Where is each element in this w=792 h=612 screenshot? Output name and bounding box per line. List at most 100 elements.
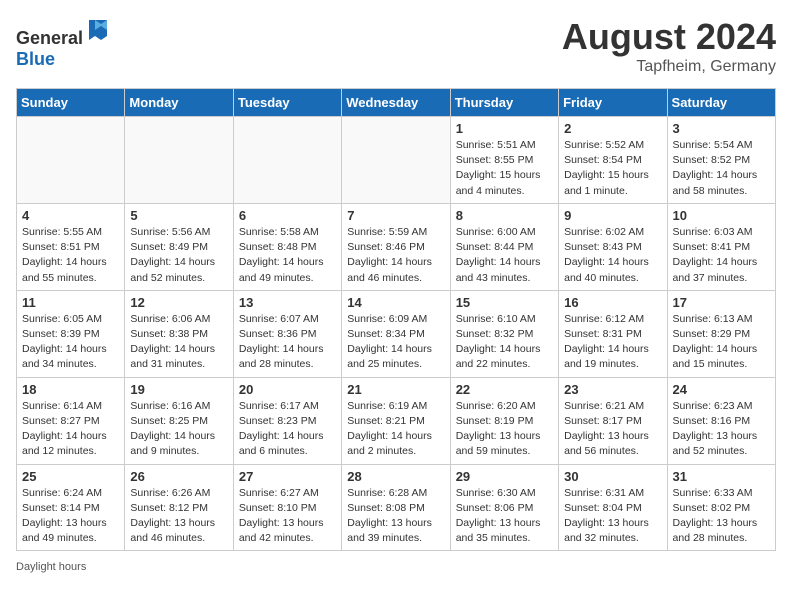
calendar-cell: 27 Sunrise: 6:27 AM Sunset: 8:10 PM Dayli…	[233, 464, 341, 551]
page-header: General Blue August 2024 Tapfheim, Germa…	[16, 16, 776, 76]
day-header-monday: Monday	[125, 89, 233, 117]
cell-day-number: 27	[239, 469, 336, 484]
calendar-cell: 22 Sunrise: 6:20 AM Sunset: 8:19 PM Dayli…	[450, 377, 558, 464]
footer: Daylight hours	[16, 561, 776, 573]
calendar-cell: 8Sunrise: 6:00 AM Sunset: 8:44 PM Daylig…	[450, 203, 558, 290]
calendar-cell: 18 Sunrise: 6:14 AM Sunset: 8:27 PM Dayli…	[17, 377, 125, 464]
week-row-5: 25 Sunrise: 6:24 AM Sunset: 8:14 PM Dayli…	[17, 464, 776, 551]
cell-info: Sunrise: 6:21 AM Sunset: 8:17 PM Dayligh…	[564, 399, 661, 460]
logo-wordmark: General Blue	[16, 16, 113, 70]
cell-day-number: 10	[673, 208, 770, 223]
calendar-cell: 2Sunrise: 5:52 AM Sunset: 8:54 PM Daylig…	[559, 117, 667, 204]
cell-info: Sunrise: 6:02 AM Sunset: 8:43 PM Dayligh…	[564, 225, 661, 286]
calendar-cell: 30 Sunrise: 6:31 AM Sunset: 8:04 PM Dayli…	[559, 464, 667, 551]
calendar-cell	[17, 117, 125, 204]
calendar-cell: 29 Sunrise: 6:30 AM Sunset: 8:06 PM Dayli…	[450, 464, 558, 551]
calendar-cell: 12 Sunrise: 6:06 AM Sunset: 8:38 PM Dayli…	[125, 290, 233, 377]
week-row-2: 4 Sunrise: 5:55 AM Sunset: 8:51 PM Daylig…	[17, 203, 776, 290]
cell-day-number: 20	[239, 382, 336, 397]
calendar-cell: 6 Sunrise: 5:58 AM Sunset: 8:48 PM Daylig…	[233, 203, 341, 290]
cell-info: Sunrise: 6:07 AM Sunset: 8:36 PM Dayligh…	[239, 312, 336, 373]
calendar-cell: 5Sunrise: 5:56 AM Sunset: 8:49 PM Daylig…	[125, 203, 233, 290]
calendar-table: SundayMondayTuesdayWednesdayThursdayFrid…	[16, 88, 776, 551]
cell-info: Sunrise: 6:17 AM Sunset: 8:23 PM Dayligh…	[239, 399, 336, 460]
cell-day-number: 11	[22, 295, 119, 310]
cell-info: Sunrise: 6:05 AM Sunset: 8:39 PM Dayligh…	[22, 312, 119, 373]
cell-info: Sunrise: 6:06 AM Sunset: 8:38 PM Dayligh…	[130, 312, 227, 373]
calendar-cell: 19 Sunrise: 6:16 AM Sunset: 8:25 PM Dayli…	[125, 377, 233, 464]
cell-day-number: 23	[564, 382, 661, 397]
cell-day-number: 29	[456, 469, 553, 484]
calendar-cell: 15Sunrise: 6:10 AM Sunset: 8:32 PM Dayli…	[450, 290, 558, 377]
cell-day-number: 19	[130, 382, 227, 397]
cell-day-number: 24	[673, 382, 770, 397]
calendar-cell: 20 Sunrise: 6:17 AM Sunset: 8:23 PM Dayli…	[233, 377, 341, 464]
cell-info: Sunrise: 6:10 AM Sunset: 8:32 PM Dayligh…	[456, 312, 553, 373]
cell-day-number: 22	[456, 382, 553, 397]
day-header-sunday: Sunday	[17, 89, 125, 117]
calendar-header-row: SundayMondayTuesdayWednesdayThursdayFrid…	[17, 89, 776, 117]
calendar-cell: 25 Sunrise: 6:24 AM Sunset: 8:14 PM Dayli…	[17, 464, 125, 551]
cell-info: Sunrise: 6:26 AM Sunset: 8:12 PM Dayligh…	[130, 486, 227, 547]
cell-info: Sunrise: 5:52 AM Sunset: 8:54 PM Dayligh…	[564, 138, 661, 199]
cell-day-number: 16	[564, 295, 661, 310]
cell-day-number: 14	[347, 295, 444, 310]
calendar-cell: 28 Sunrise: 6:28 AM Sunset: 8:08 PM Dayli…	[342, 464, 450, 551]
cell-info: Sunrise: 5:58 AM Sunset: 8:48 PM Dayligh…	[239, 225, 336, 286]
calendar-cell: 23 Sunrise: 6:21 AM Sunset: 8:17 PM Dayli…	[559, 377, 667, 464]
cell-info: Sunrise: 5:55 AM Sunset: 8:51 PM Dayligh…	[22, 225, 119, 286]
calendar-cell: 13 Sunrise: 6:07 AM Sunset: 8:36 PM Dayli…	[233, 290, 341, 377]
cell-day-number: 25	[22, 469, 119, 484]
cell-info: Sunrise: 6:31 AM Sunset: 8:04 PM Dayligh…	[564, 486, 661, 547]
logo: General Blue	[16, 16, 113, 70]
day-header-thursday: Thursday	[450, 89, 558, 117]
day-header-friday: Friday	[559, 89, 667, 117]
calendar-cell: 7 Sunrise: 5:59 AM Sunset: 8:46 PM Daylig…	[342, 203, 450, 290]
calendar-cell: 14Sunrise: 6:09 AM Sunset: 8:34 PM Dayli…	[342, 290, 450, 377]
cell-info: Sunrise: 6:14 AM Sunset: 8:27 PM Dayligh…	[22, 399, 119, 460]
cell-info: Sunrise: 6:30 AM Sunset: 8:06 PM Dayligh…	[456, 486, 553, 547]
cell-info: Sunrise: 5:59 AM Sunset: 8:46 PM Dayligh…	[347, 225, 444, 286]
cell-info: Sunrise: 6:24 AM Sunset: 8:14 PM Dayligh…	[22, 486, 119, 547]
cell-day-number: 4	[22, 208, 119, 223]
cell-day-number: 5	[130, 208, 227, 223]
cell-day-number: 18	[22, 382, 119, 397]
cell-day-number: 31	[673, 469, 770, 484]
calendar-cell: 21Sunrise: 6:19 AM Sunset: 8:21 PM Dayli…	[342, 377, 450, 464]
logo-flag-icon	[85, 16, 113, 44]
calendar-cell: 3Sunrise: 5:54 AM Sunset: 8:52 PM Daylig…	[667, 117, 775, 204]
week-row-3: 11 Sunrise: 6:05 AM Sunset: 8:39 PM Dayli…	[17, 290, 776, 377]
cell-day-number: 13	[239, 295, 336, 310]
cell-day-number: 30	[564, 469, 661, 484]
cell-info: Sunrise: 6:27 AM Sunset: 8:10 PM Dayligh…	[239, 486, 336, 547]
cell-day-number: 28	[347, 469, 444, 484]
day-header-wednesday: Wednesday	[342, 89, 450, 117]
cell-info: Sunrise: 6:16 AM Sunset: 8:25 PM Dayligh…	[130, 399, 227, 460]
location-title: Tapfheim, Germany	[562, 58, 776, 76]
calendar-cell: 16Sunrise: 6:12 AM Sunset: 8:31 PM Dayli…	[559, 290, 667, 377]
day-header-tuesday: Tuesday	[233, 89, 341, 117]
cell-info: Sunrise: 6:13 AM Sunset: 8:29 PM Dayligh…	[673, 312, 770, 373]
cell-info: Sunrise: 6:00 AM Sunset: 8:44 PM Dayligh…	[456, 225, 553, 286]
cell-day-number: 7	[347, 208, 444, 223]
logo-general-text: General	[16, 28, 83, 48]
calendar-cell: 1 Sunrise: 5:51 AM Sunset: 8:55 PM Daylig…	[450, 117, 558, 204]
calendar-cell: 4 Sunrise: 5:55 AM Sunset: 8:51 PM Daylig…	[17, 203, 125, 290]
cell-info: Sunrise: 5:51 AM Sunset: 8:55 PM Dayligh…	[456, 138, 553, 199]
cell-info: Sunrise: 6:20 AM Sunset: 8:19 PM Dayligh…	[456, 399, 553, 460]
calendar-cell	[233, 117, 341, 204]
calendar-cell: 31Sunrise: 6:33 AM Sunset: 8:02 PM Dayli…	[667, 464, 775, 551]
cell-info: Sunrise: 6:28 AM Sunset: 8:08 PM Dayligh…	[347, 486, 444, 547]
footer-label: Daylight hours	[16, 561, 86, 573]
week-row-1: 1 Sunrise: 5:51 AM Sunset: 8:55 PM Daylig…	[17, 117, 776, 204]
cell-info: Sunrise: 5:54 AM Sunset: 8:52 PM Dayligh…	[673, 138, 770, 199]
cell-day-number: 9	[564, 208, 661, 223]
cell-day-number: 6	[239, 208, 336, 223]
month-title: August 2024	[562, 16, 776, 58]
calendar-cell: 9 Sunrise: 6:02 AM Sunset: 8:43 PM Daylig…	[559, 203, 667, 290]
cell-day-number: 1	[456, 121, 553, 136]
week-row-4: 18 Sunrise: 6:14 AM Sunset: 8:27 PM Dayli…	[17, 377, 776, 464]
cell-day-number: 12	[130, 295, 227, 310]
cell-day-number: 17	[673, 295, 770, 310]
calendar-cell: 10Sunrise: 6:03 AM Sunset: 8:41 PM Dayli…	[667, 203, 775, 290]
